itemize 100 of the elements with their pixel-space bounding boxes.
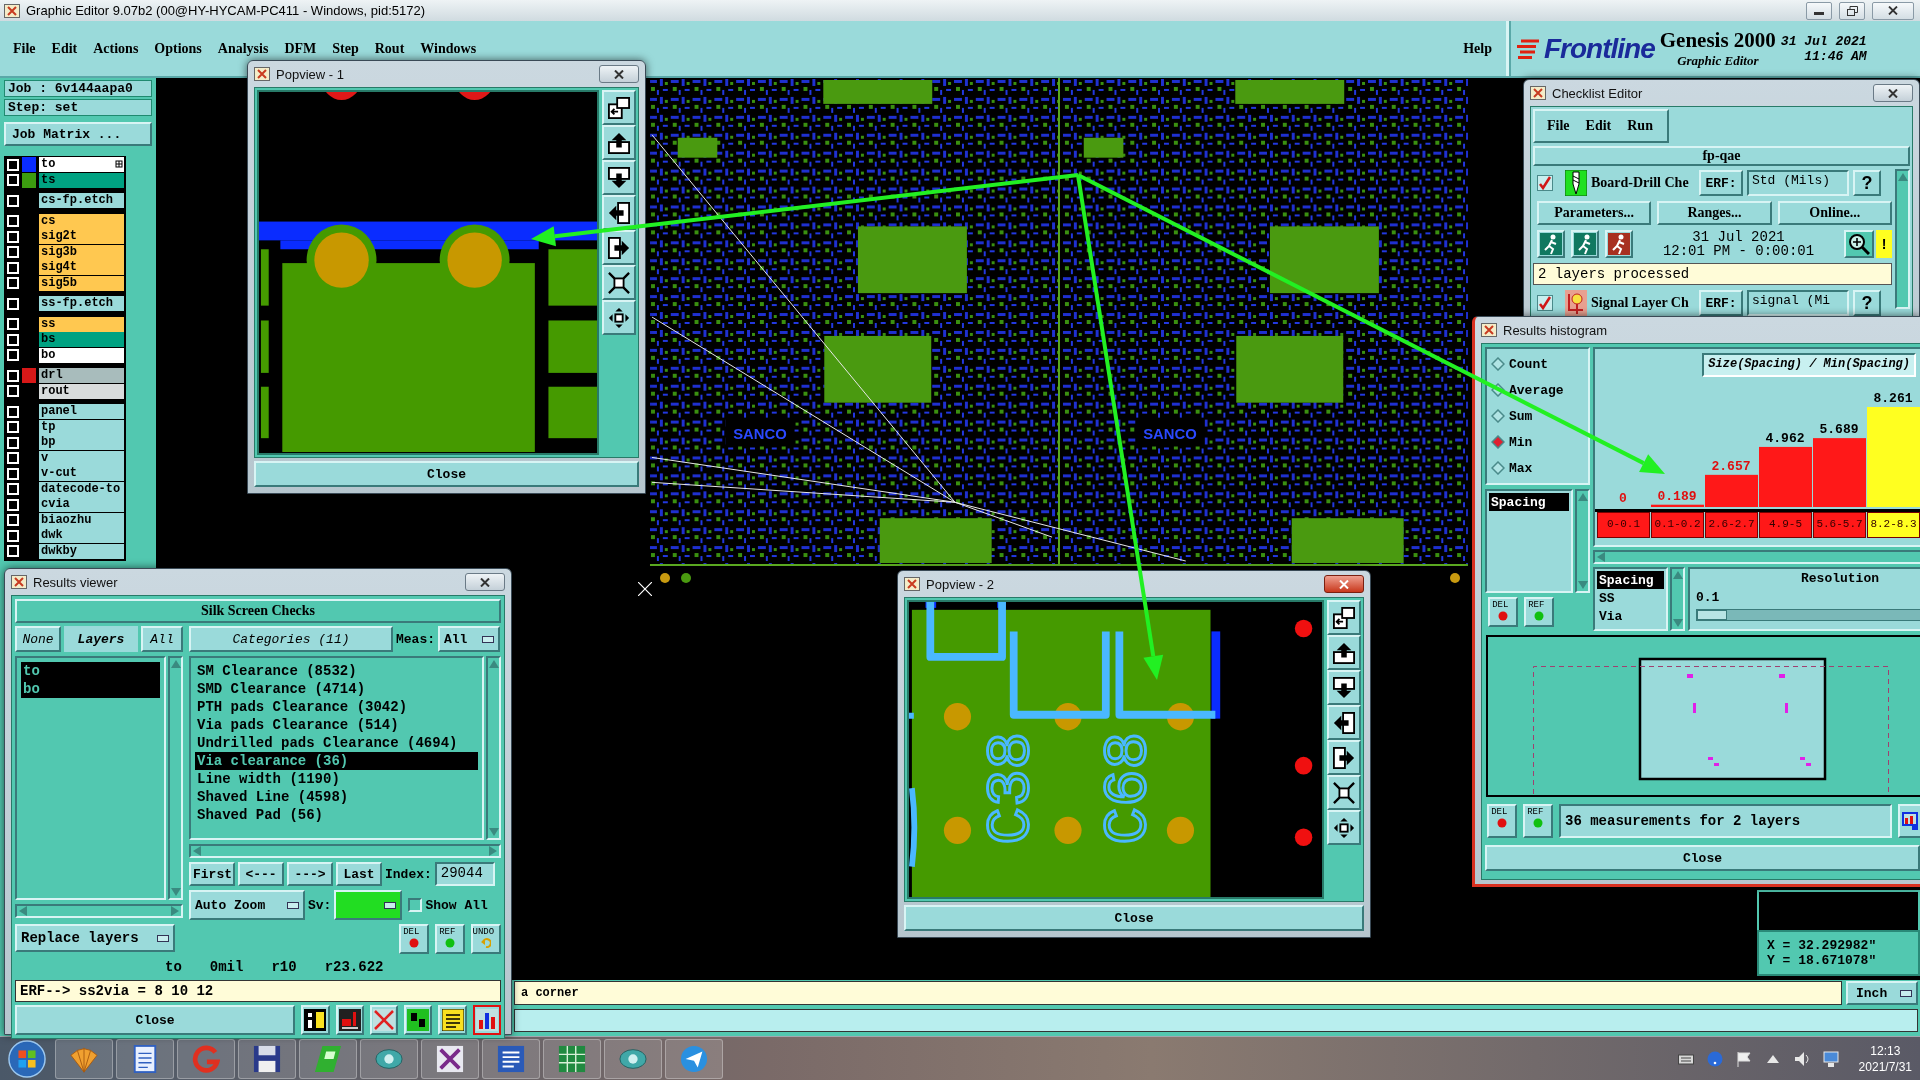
layer-name[interactable]: v [39, 450, 124, 466]
close-button[interactable]: Close [254, 461, 639, 487]
check-option-button[interactable]: Ranges... [1657, 201, 1772, 225]
radio-diamond-icon[interactable] [1491, 435, 1505, 449]
navigation-button[interactable]: First [189, 862, 235, 886]
view-tool-button[interactable] [602, 300, 636, 335]
check-option-button[interactable]: Parameters... [1537, 201, 1652, 225]
attribute-item[interactable]: Via [1597, 607, 1664, 625]
command-field[interactable] [514, 1009, 1918, 1032]
result-marker[interactable] [1785, 703, 1788, 713]
menu-item[interactable]: Options [154, 40, 202, 57]
layer-name[interactable]: panel [39, 404, 124, 419]
taskbar-button[interactable] [299, 1038, 357, 1079]
radio-option[interactable]: Min [1491, 434, 1584, 450]
layer-name[interactable]: sig2t [39, 229, 124, 244]
radio-option[interactable]: Average [1491, 382, 1584, 398]
tool-button[interactable] [472, 1005, 501, 1035]
help-menu[interactable]: Help [1463, 21, 1506, 76]
close-button[interactable] [465, 573, 505, 591]
bin-label[interactable]: 5.6-5.7 [1813, 512, 1866, 538]
layer-name[interactable]: sig4t [39, 260, 124, 275]
close-button[interactable] [1324, 575, 1364, 593]
chart-view-button[interactable] [1898, 804, 1920, 838]
layer-name[interactable]: cs-fp.etch [39, 193, 124, 208]
category-item[interactable]: PTH pads Clearance (3042) [195, 698, 478, 716]
erf-field[interactable]: signal (Mi [1747, 290, 1849, 316]
menu-item[interactable]: Run [1627, 118, 1653, 134]
view-tool-button[interactable] [1327, 600, 1361, 635]
none-button[interactable]: None [15, 626, 61, 652]
category-item[interactable]: Line width (1190) [195, 770, 478, 788]
checkbox[interactable] [1537, 175, 1553, 191]
close-button[interactable]: Close [1485, 845, 1920, 871]
erf-button[interactable]: ERF: [1699, 170, 1743, 196]
layer-item[interactable]: bo [21, 680, 160, 698]
units-dropdown[interactable]: Inch [1846, 981, 1918, 1005]
result-marker[interactable] [1779, 674, 1785, 678]
menu-item[interactable]: Edit [51, 40, 78, 57]
bin-label[interactable]: 2.6-2.7 [1705, 512, 1758, 538]
result-marker[interactable] [1714, 763, 1719, 766]
taskbar-button[interactable] [116, 1038, 174, 1079]
layer-name[interactable]: ss-fp.etch [39, 296, 124, 311]
close-button[interactable] [599, 65, 639, 83]
layer-name[interactable]: v-cut [39, 466, 124, 481]
layer-name[interactable]: bo [39, 347, 124, 363]
bin-label[interactable]: 4.9-5 [1759, 512, 1812, 538]
category-item[interactable]: Via clearance (36) [195, 752, 478, 770]
taskbar-button[interactable] [665, 1038, 723, 1079]
minimize-button[interactable] [1806, 1, 1832, 20]
view-tool-button[interactable] [602, 90, 636, 125]
action-button[interactable]: DEL [399, 924, 429, 954]
result-marker[interactable] [1693, 703, 1696, 713]
category-item[interactable]: Shaved Pad (56) [195, 806, 478, 824]
checkbox[interactable] [408, 898, 423, 912]
action-button[interactable]: UNDO [471, 924, 501, 954]
layer-name[interactable]: tp [39, 419, 124, 435]
erf-field[interactable]: Std (Mils) [1747, 170, 1849, 196]
speaker-icon[interactable] [1793, 1050, 1810, 1067]
all-button[interactable]: All [141, 626, 183, 652]
layer-name[interactable]: to [39, 157, 114, 172]
view-tool-button[interactable] [1327, 705, 1361, 740]
menu-item[interactable]: Windows [420, 40, 477, 57]
slider-thumb[interactable] [1697, 610, 1727, 620]
help-button[interactable]: ? [1853, 170, 1881, 196]
run-button[interactable] [1537, 230, 1565, 258]
view-tool-button[interactable] [602, 195, 636, 230]
layer-name[interactable]: ts [39, 172, 124, 188]
zoom-mode-dropdown[interactable]: Auto Zoom [189, 890, 305, 920]
layer-name[interactable]: cvia [39, 497, 124, 512]
scrollbar[interactable] [1895, 169, 1910, 309]
view-tool-button[interactable] [602, 230, 636, 265]
bin-label[interactable]: 0.1-0.2 [1651, 512, 1704, 538]
taskbar-button[interactable] [238, 1038, 296, 1079]
menu-item[interactable]: Actions [93, 40, 139, 57]
taskbar-button[interactable] [543, 1038, 601, 1079]
menu-item[interactable]: Step [332, 40, 359, 57]
job-matrix-button[interactable]: Job Matrix ... [4, 122, 152, 146]
menu-item[interactable]: File [1547, 118, 1570, 134]
checkbox[interactable] [1537, 295, 1553, 311]
layer-name[interactable]: sig5b [39, 275, 124, 291]
category-item[interactable]: SM Clearance (8532) [195, 662, 478, 680]
action-button[interactable]: DEL [1487, 804, 1517, 838]
category-item[interactable]: SMD Clearance (4714) [195, 680, 478, 698]
menu-item[interactable]: Analysis [217, 40, 269, 57]
category-item[interactable]: Shaved Line (4598) [195, 788, 478, 806]
attribute-item[interactable]: Spacing [1597, 571, 1664, 589]
category-item[interactable]: Via pads Clearance (514) [195, 716, 478, 734]
view-tool-button[interactable] [1327, 740, 1361, 775]
radio-option[interactable]: Count [1491, 356, 1584, 372]
view-tool-button[interactable] [602, 160, 636, 195]
navigation-button[interactable]: Last [336, 862, 382, 886]
run-button[interactable] [1605, 230, 1633, 258]
close-button[interactable]: Close [904, 905, 1364, 931]
severity-dropdown[interactable] [334, 890, 403, 920]
navigation-button[interactable]: ---> [287, 862, 333, 886]
bin-label[interactable]: 8.2-8.3 [1867, 512, 1920, 538]
flag-icon[interactable] [1735, 1050, 1752, 1067]
menu-item[interactable]: Rout [374, 40, 405, 57]
radio-diamond-icon[interactable] [1491, 357, 1505, 371]
layer-name[interactable]: rout [39, 383, 124, 399]
result-marker[interactable] [1800, 757, 1805, 760]
